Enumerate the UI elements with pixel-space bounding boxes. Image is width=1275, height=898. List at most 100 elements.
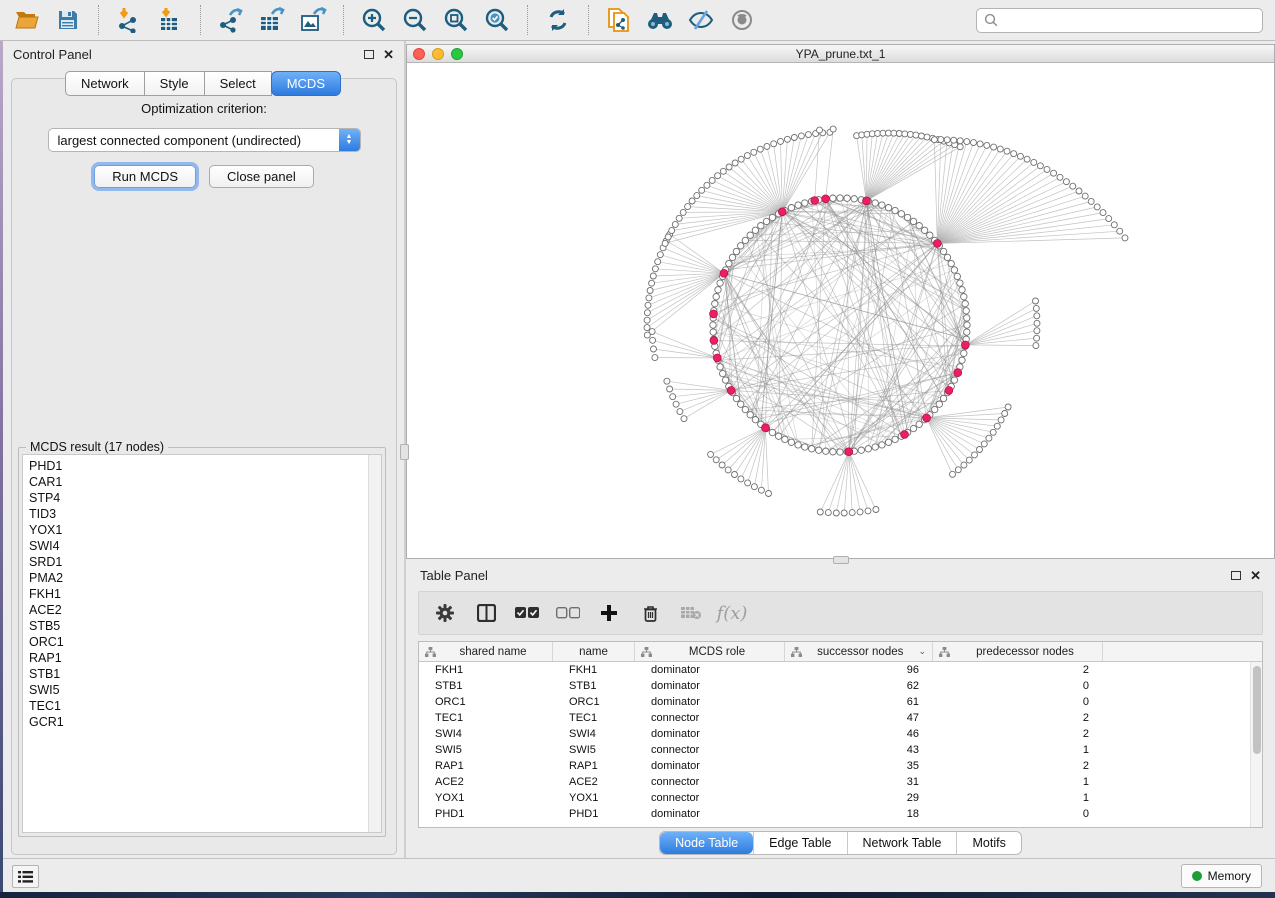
mcds-result-item[interactable]: STB1: [29, 666, 368, 682]
table-row[interactable]: STB1STB1dominator620: [419, 678, 1262, 694]
add-column-icon[interactable]: [593, 596, 625, 630]
export-image-icon[interactable]: [296, 4, 330, 36]
column-header-successor-nodes[interactable]: successor nodes⌄: [785, 642, 933, 661]
close-panel-button[interactable]: Close panel: [209, 165, 314, 188]
run-mcds-button[interactable]: Run MCDS: [94, 165, 196, 188]
table-cell[interactable]: YOX1: [419, 792, 553, 804]
table-cell[interactable]: 2: [933, 664, 1103, 676]
table-cell[interactable]: TEC1: [419, 712, 553, 724]
table-cell[interactable]: STB1: [553, 680, 635, 692]
table-cell[interactable]: 43: [785, 744, 933, 756]
table-tab-edge-table[interactable]: Edge Table: [753, 832, 846, 854]
table-cell[interactable]: dominator: [635, 808, 785, 820]
show-columns-icon[interactable]: [470, 596, 502, 630]
show-all-icon[interactable]: [725, 4, 759, 36]
network-canvas[interactable]: [407, 64, 1274, 558]
table-cell[interactable]: 47: [785, 712, 933, 724]
table-cell[interactable]: 46: [785, 728, 933, 740]
network-titlebar[interactable]: YPA_prune.txt_1: [407, 45, 1274, 63]
mcds-result-item[interactable]: STP4: [29, 490, 368, 506]
mcds-result-list[interactable]: PHD1CAR1STP4TID3YOX1SWI4SRD1PMA2FKH1ACE2…: [23, 455, 368, 832]
table-cell[interactable]: ACE2: [419, 776, 553, 788]
table-cell[interactable]: 1: [933, 776, 1103, 788]
table-row[interactable]: YOX1YOX1connector291: [419, 790, 1262, 806]
sort-chevron-icon[interactable]: ⌄: [918, 646, 926, 657]
table-cell[interactable]: connector: [635, 712, 785, 724]
table-scrollbar[interactable]: [1250, 662, 1262, 827]
table-cell[interactable]: SWI4: [553, 728, 635, 740]
network-search-box[interactable]: [976, 8, 1263, 33]
mcds-result-item[interactable]: SWI4: [29, 538, 368, 554]
table-cell[interactable]: 1: [933, 792, 1103, 804]
table-cell[interactable]: connector: [635, 776, 785, 788]
hide-selected-icon[interactable]: [684, 4, 718, 36]
show-log-console-button[interactable]: [12, 865, 39, 888]
table-cell[interactable]: STB1: [419, 680, 553, 692]
table-options-gear-icon[interactable]: [429, 596, 461, 630]
zoom-in-icon[interactable]: [357, 4, 391, 36]
table-cell[interactable]: FKH1: [553, 664, 635, 676]
table-row[interactable]: FKH1FKH1dominator962: [419, 662, 1262, 678]
table-row[interactable]: SWI4SWI4dominator462: [419, 726, 1262, 742]
table-cell[interactable]: connector: [635, 744, 785, 756]
close-panel-icon[interactable]: ✕: [383, 48, 394, 61]
mcds-result-item[interactable]: STB5: [29, 618, 368, 634]
table-cell[interactable]: TEC1: [553, 712, 635, 724]
horizontal-splitter-handle[interactable]: [833, 556, 849, 564]
table-row[interactable]: ORC1ORC1dominator610: [419, 694, 1262, 710]
mcds-result-item[interactable]: TID3: [29, 506, 368, 522]
table-cell[interactable]: SWI4: [419, 728, 553, 740]
tab-style[interactable]: Style: [144, 71, 205, 96]
clone-network-icon[interactable]: [602, 4, 636, 36]
export-network-icon[interactable]: [214, 4, 248, 36]
float-window-icon[interactable]: [364, 50, 374, 59]
table-row[interactable]: RAP1RAP1dominator352: [419, 758, 1262, 774]
select-all-checkboxes-icon[interactable]: [511, 596, 543, 630]
memory-button[interactable]: Memory: [1181, 864, 1262, 888]
table-cell[interactable]: connector: [635, 792, 785, 804]
table-row[interactable]: ACE2ACE2connector311: [419, 774, 1262, 790]
mcds-result-item[interactable]: ORC1: [29, 634, 368, 650]
table-cell[interactable]: 1: [933, 744, 1103, 756]
delete-columns-icon[interactable]: [634, 596, 666, 630]
column-header-shared-name[interactable]: shared name: [419, 642, 553, 661]
search-network-icon[interactable]: [643, 4, 677, 36]
table-cell[interactable]: FKH1: [419, 664, 553, 676]
table-cell[interactable]: 2: [933, 760, 1103, 772]
table-cell[interactable]: SWI5: [553, 744, 635, 756]
table-cell[interactable]: dominator: [635, 728, 785, 740]
column-header-MCDS-role[interactable]: MCDS role: [635, 642, 785, 661]
import-network-icon[interactable]: [112, 4, 146, 36]
table-cell[interactable]: RAP1: [419, 760, 553, 772]
table-cell[interactable]: 35: [785, 760, 933, 772]
table-body[interactable]: FKH1FKH1dominator962STB1STB1dominator620…: [419, 662, 1262, 827]
table-tab-motifs[interactable]: Motifs: [956, 832, 1020, 854]
mcds-result-item[interactable]: PHD1: [29, 458, 368, 474]
table-cell[interactable]: 31: [785, 776, 933, 788]
table-cell[interactable]: ORC1: [553, 696, 635, 708]
mcds-result-item[interactable]: SWI5: [29, 682, 368, 698]
tab-network[interactable]: Network: [65, 71, 145, 96]
table-cell[interactable]: RAP1: [553, 760, 635, 772]
table-cell[interactable]: dominator: [635, 664, 785, 676]
mcds-result-item[interactable]: ACE2: [29, 602, 368, 618]
table-cell[interactable]: SWI5: [419, 744, 553, 756]
table-cell[interactable]: 96: [785, 664, 933, 676]
table-cell[interactable]: 0: [933, 808, 1103, 820]
tab-select[interactable]: Select: [204, 71, 272, 96]
mcds-result-item[interactable]: CAR1: [29, 474, 368, 490]
table-cell[interactable]: PHD1: [553, 808, 635, 820]
table-cell[interactable]: dominator: [635, 680, 785, 692]
deselect-all-checkboxes-icon[interactable]: [552, 596, 584, 630]
column-header-name[interactable]: name: [553, 642, 635, 661]
table-cell[interactable]: 0: [933, 680, 1103, 692]
table-cell[interactable]: dominator: [635, 760, 785, 772]
float-table-panel-icon[interactable]: [1231, 571, 1241, 580]
table-row[interactable]: SWI5SWI5connector431: [419, 742, 1262, 758]
mcds-result-item[interactable]: GCR1: [29, 714, 368, 730]
table-row[interactable]: PHD1PHD1dominator180: [419, 806, 1262, 822]
search-input[interactable]: [1003, 13, 1255, 27]
export-table-icon[interactable]: [255, 4, 289, 36]
save-session-icon[interactable]: [51, 4, 85, 36]
mcds-result-item[interactable]: RAP1: [29, 650, 368, 666]
